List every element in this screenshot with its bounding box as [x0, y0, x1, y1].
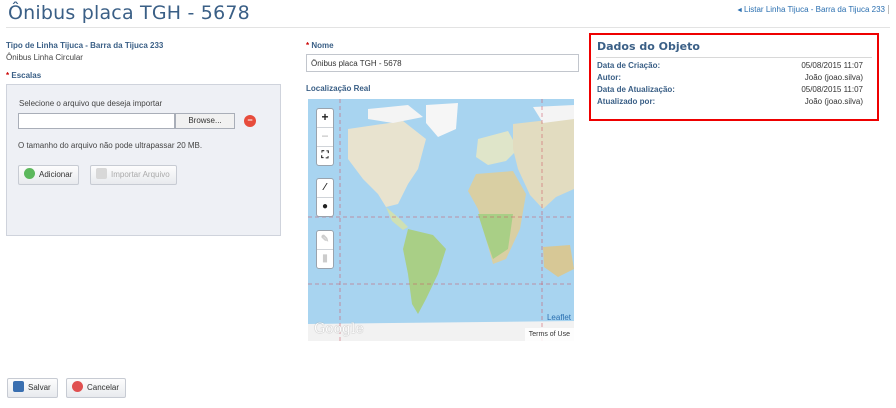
browse-button[interactable]: Browse...	[175, 113, 235, 129]
add-button[interactable]: Adicionar	[18, 165, 80, 185]
row-label: Data de Criação:	[597, 61, 661, 70]
caret-left-icon: ◄	[736, 7, 744, 14]
file-path-input[interactable]	[18, 113, 175, 129]
cancel-button[interactable]: Cancelar	[66, 378, 127, 398]
row-value: 05/08/2015 11:07	[801, 61, 863, 70]
nome-label: * Nome	[306, 41, 334, 50]
plus-circle-icon	[24, 168, 35, 180]
remove-file-icon[interactable]: −	[244, 115, 256, 127]
save-button[interactable]: Salvar	[7, 378, 58, 398]
world-map	[308, 99, 574, 341]
save-button-label: Salvar	[28, 383, 51, 392]
object-data-row: Data de Atualização: 05/08/2015 11:07	[597, 85, 863, 96]
fit-bounds-icon[interactable]: ⛶	[317, 147, 333, 165]
object-data-row: Atualizado por: João (joao.silva)	[597, 97, 863, 108]
zoom-control: + − ⛶	[316, 108, 334, 166]
row-label: Autor:	[597, 73, 621, 82]
nome-input[interactable]	[306, 54, 579, 72]
cancel-button-label: Cancelar	[87, 383, 120, 392]
row-value: João (joao.silva)	[804, 97, 863, 106]
import-button-label: Importar Arquivo	[111, 170, 170, 179]
tipo-linha-label: Tipo de Linha Tijuca - Barra da Tijuca 2…	[6, 41, 164, 50]
map-view[interactable]: + − ⛶ ⁄ ● ✎ ▮ Leaflet Google Terms of Us…	[308, 99, 574, 341]
tipo-linha-value: Ônibus Linha Circular	[6, 53, 83, 62]
place-marker-icon[interactable]: ●	[317, 198, 333, 216]
row-label: Atualizado por:	[597, 97, 656, 106]
floppy-disk-icon	[13, 381, 24, 393]
back-link-label: Listar Linha Tijuca - Barra da Tijuca 23…	[744, 5, 885, 14]
object-data-title: Dados do Objeto	[597, 40, 700, 53]
edit-toolbar: ✎ ▮	[316, 230, 334, 269]
page-title: Ônibus placa TGH - 5678	[8, 2, 250, 24]
required-marker: *	[306, 41, 310, 50]
back-to-list-link[interactable]: ◄Listar Linha Tijuca - Barra da Tijuca 2…	[736, 5, 889, 15]
zoom-in-button[interactable]: +	[317, 109, 333, 128]
escalas-label-text: Escalas	[11, 71, 42, 80]
row-value: 05/08/2015 11:07	[801, 85, 863, 94]
row-label: Data de Atualização:	[597, 85, 675, 94]
nome-label-text: Nome	[311, 41, 334, 50]
select-file-text: Selecione o arquivo que deseja importar	[19, 99, 163, 108]
add-button-label: Adicionar	[39, 170, 73, 179]
zoom-out-button[interactable]: −	[317, 128, 333, 147]
file-size-note: O tamanho do arquivo não pode ultrapassa…	[18, 141, 203, 150]
object-data-row: Data de Criação: 05/08/2015 11:07	[597, 61, 863, 72]
import-file-button[interactable]: Importar Arquivo	[90, 165, 177, 185]
object-data-divider	[596, 57, 872, 58]
object-data-row: Autor: João (joao.silva)	[597, 73, 863, 84]
header-divider	[6, 27, 890, 28]
leaflet-attribution-link[interactable]: Leaflet	[547, 313, 571, 322]
terms-of-use-link[interactable]: Terms of Use	[524, 328, 574, 341]
draw-line-icon[interactable]: ⁄	[317, 179, 333, 198]
required-marker: *	[6, 71, 10, 80]
row-value: João (joao.silva)	[804, 73, 863, 82]
edit-icon[interactable]: ✎	[317, 231, 333, 250]
draw-toolbar: ⁄ ●	[316, 178, 334, 217]
import-icon	[96, 168, 107, 180]
trash-icon[interactable]: ▮	[317, 250, 333, 268]
google-logo: Google	[314, 321, 364, 337]
cancel-circle-icon	[72, 381, 83, 393]
localizacao-label: Localização Real	[306, 84, 371, 93]
escalas-label: * Escalas	[6, 71, 41, 80]
divider	[888, 5, 889, 15]
